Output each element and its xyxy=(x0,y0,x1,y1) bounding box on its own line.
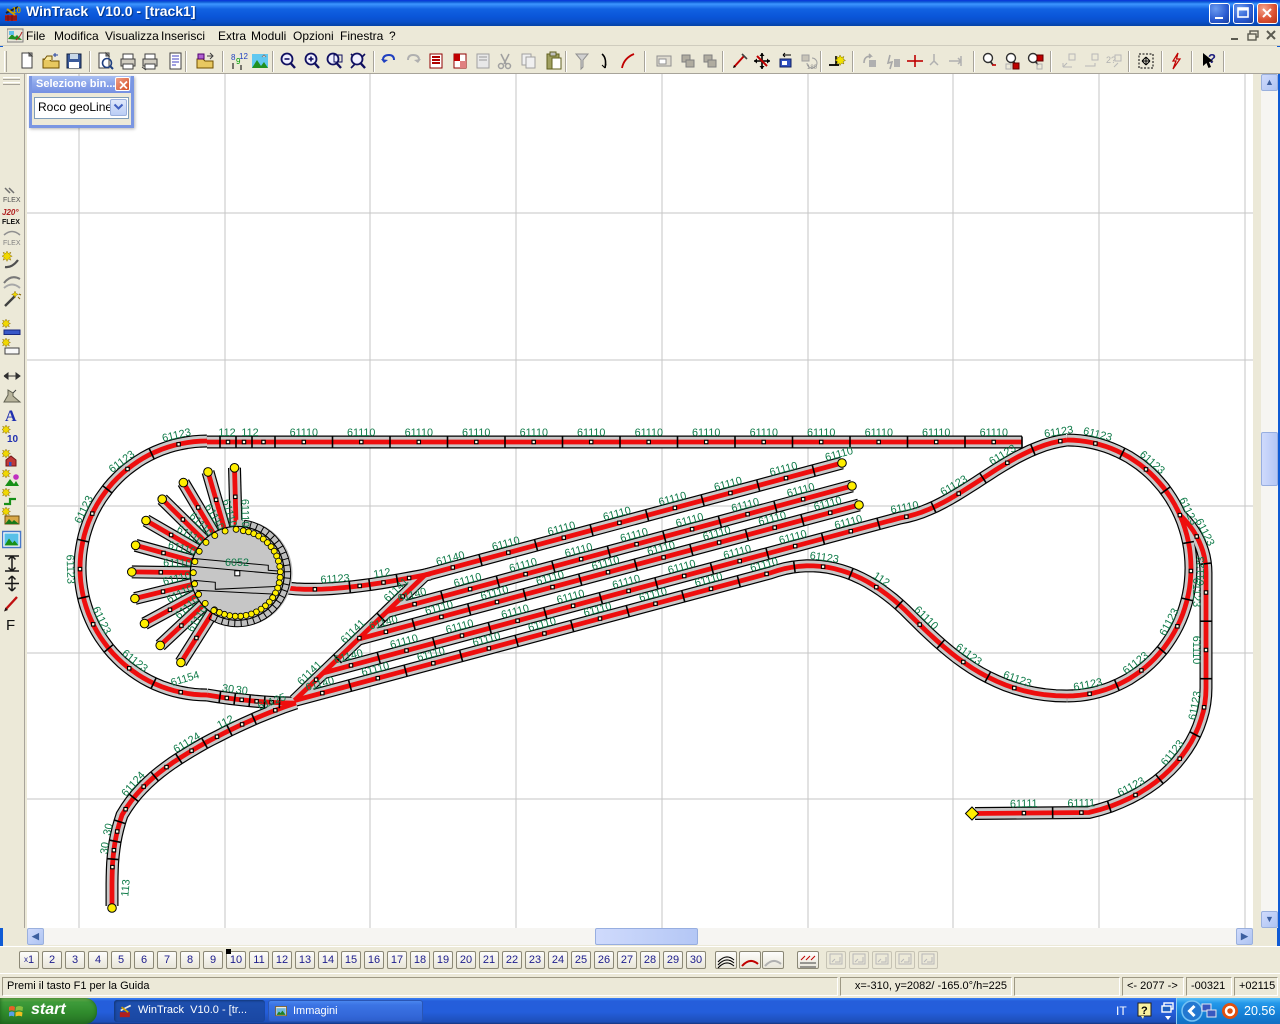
svg-text:30: 30 xyxy=(98,841,111,854)
svg-text:61110: 61110 xyxy=(462,427,490,439)
svg-text:?: ? xyxy=(1208,51,1216,66)
svg-text:12: 12 xyxy=(239,52,248,61)
svg-text:F: F xyxy=(6,617,15,633)
svg-text:61111: 61111 xyxy=(1067,797,1095,809)
svg-text:6052: 6052 xyxy=(225,557,249,569)
svg-text:30: 30 xyxy=(235,684,248,697)
svg-text:61110: 61110 xyxy=(347,427,375,439)
svg-text:61110: 61110 xyxy=(520,427,548,439)
svg-text:61110: 61110 xyxy=(692,427,720,439)
svg-text:FLEX: FLEX xyxy=(3,197,21,204)
svg-text:61110: 61110 xyxy=(750,427,778,439)
svg-text:61123: 61123 xyxy=(1190,578,1202,607)
svg-text:61110: 61110 xyxy=(238,499,250,528)
svg-text:61110: 61110 xyxy=(635,427,663,439)
svg-text:61123: 61123 xyxy=(320,572,350,586)
svg-text:61110: 61110 xyxy=(163,557,192,569)
svg-text:FLEX: FLEX xyxy=(3,240,21,247)
svg-text:61110: 61110 xyxy=(922,427,950,439)
svg-text:61110: 61110 xyxy=(405,427,433,439)
svg-text:30: 30 xyxy=(221,682,235,696)
svg-text:J20°: J20° xyxy=(2,208,19,217)
svg-text:61123: 61123 xyxy=(63,554,76,584)
svg-text:61110: 61110 xyxy=(980,427,1008,439)
svg-text:?: ? xyxy=(1141,1005,1148,1017)
svg-text:61110: 61110 xyxy=(1190,636,1202,664)
svg-text:113: 113 xyxy=(119,879,132,897)
svg-text:112: 112 xyxy=(241,427,258,439)
svg-text:61111: 61111 xyxy=(1010,798,1038,810)
svg-text:61110: 61110 xyxy=(807,427,835,439)
svg-text:61110: 61110 xyxy=(865,427,893,439)
svg-text:112: 112 xyxy=(218,427,235,439)
svg-text:10: 10 xyxy=(7,434,19,444)
svg-text:61110: 61110 xyxy=(577,427,605,439)
svg-text:10: 10 xyxy=(12,6,21,15)
svg-text:FLEX: FLEX xyxy=(2,219,20,226)
svg-text:A: A xyxy=(5,408,17,425)
svg-text:61110: 61110 xyxy=(290,427,318,439)
svg-text:180: 180 xyxy=(807,65,818,71)
